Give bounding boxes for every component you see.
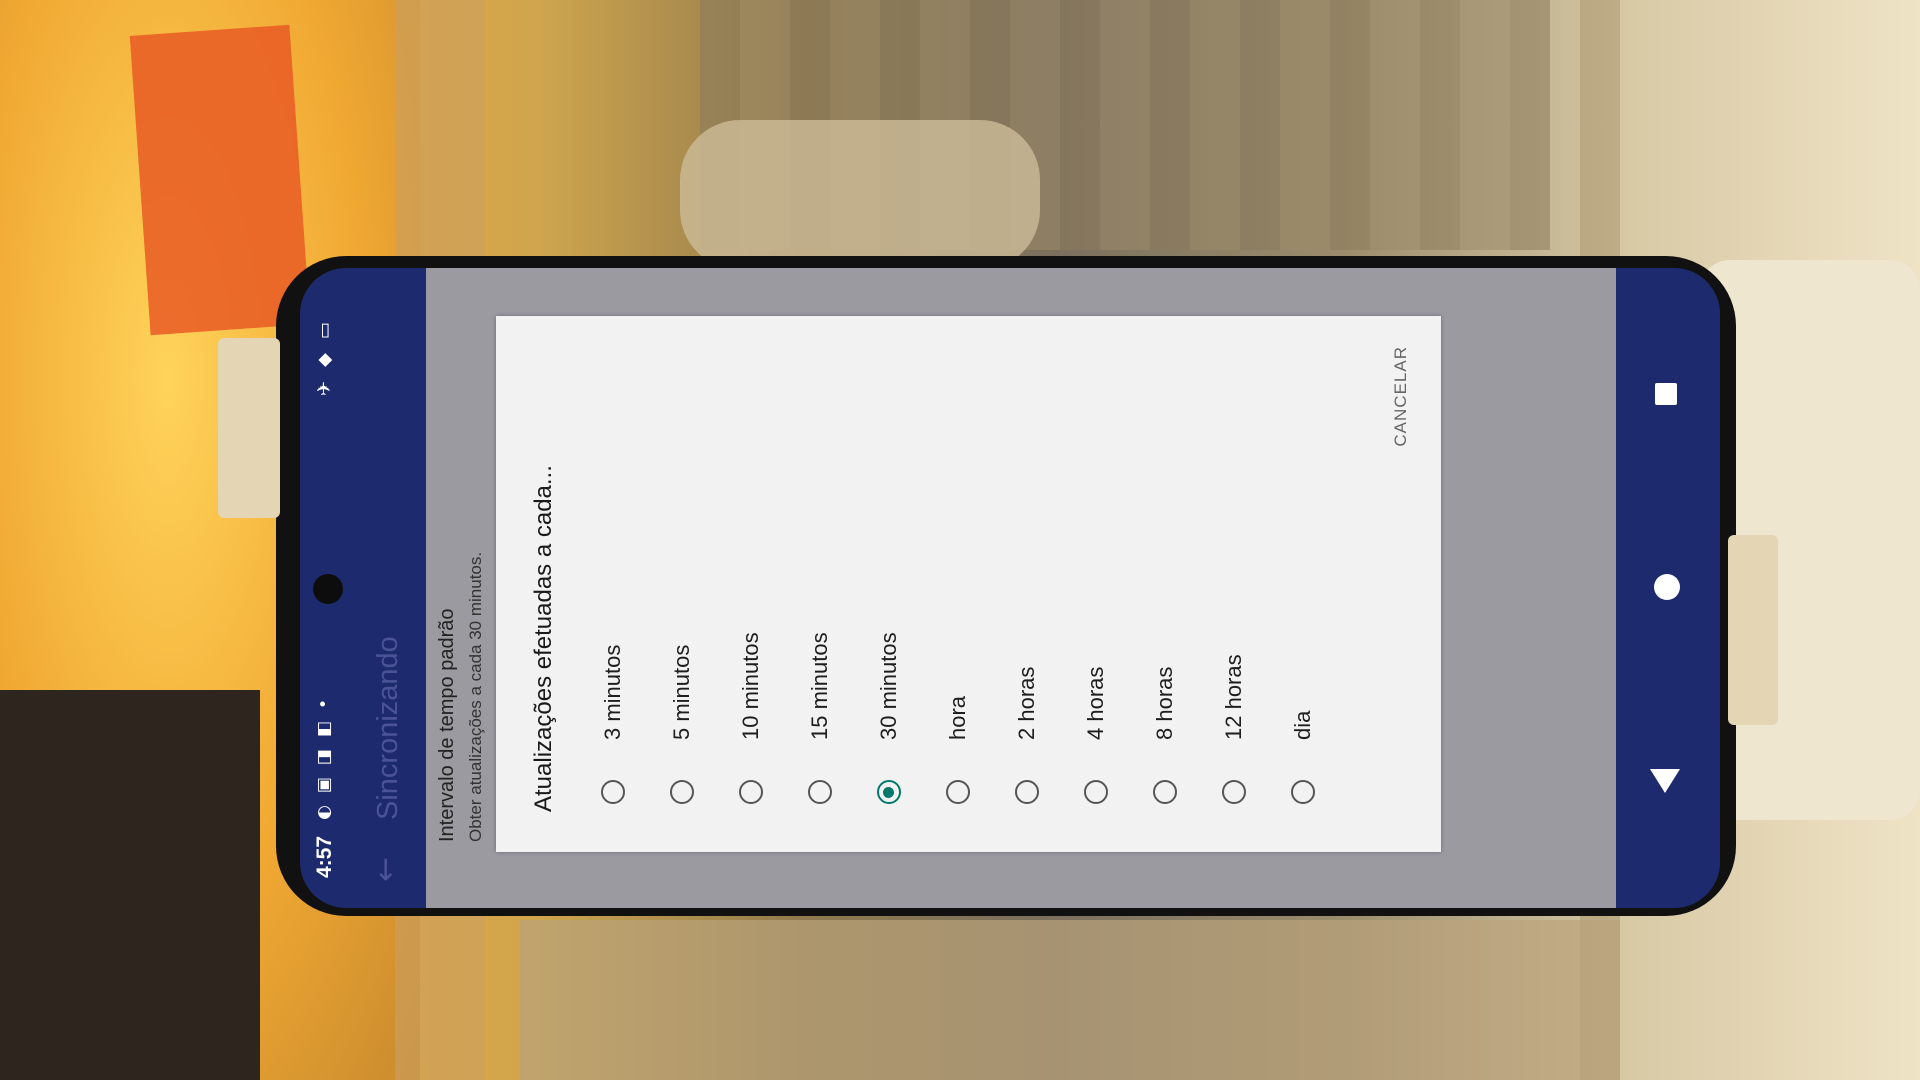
option-label: 15 minutos <box>806 632 832 740</box>
interval-options-list: 3 minutos 5 minutos 10 minutos 15 minuto… <box>578 356 1337 816</box>
radio-button[interactable] <box>945 780 970 804</box>
interval-option[interactable]: 4 horas <box>1061 356 1130 816</box>
phone-screen: 4:57 ◐▣◨◧• ✈◆▭ ← Sincronizando Intervalo… <box>300 268 1720 908</box>
nav-recents-icon[interactable] <box>1655 383 1677 405</box>
cancel-button[interactable]: CANCELAR <box>1391 346 1411 447</box>
interval-option[interactable]: 3 minutos <box>578 356 647 816</box>
radio-button[interactable] <box>669 780 694 804</box>
option-label: 10 minutos <box>737 632 763 740</box>
app-bar: ← Sincronizando <box>348 268 426 908</box>
option-label: 3 minutos <box>599 644 625 740</box>
interval-option[interactable]: 2 horas <box>992 356 1061 816</box>
preference-summary: Obter atualizações a cada 30 minutos. <box>466 551 485 842</box>
radio-button[interactable] <box>1221 780 1246 804</box>
background-orange-sign <box>129 24 311 336</box>
interval-option[interactable]: 30 minutos <box>854 356 923 816</box>
back-arrow-icon[interactable]: ← <box>368 857 403 882</box>
option-label: 8 horas <box>1151 666 1177 740</box>
interval-dialog: Atualizações efetuadas a cada... 3 minut… <box>496 316 1441 852</box>
phone-clamp-right <box>1728 535 1778 725</box>
radio-button[interactable] <box>1290 780 1315 804</box>
preference-title[interactable]: Intervalo de tempo padrão <box>436 609 459 843</box>
option-label: 30 minutos <box>875 632 901 740</box>
settings-content: Intervalo de tempo padrão Obter atualiza… <box>426 268 1616 908</box>
interval-option[interactable]: 12 horas <box>1199 356 1268 816</box>
front-camera-icon <box>313 574 343 604</box>
status-notification-icons: ◐▣◨◧• <box>314 686 334 820</box>
interval-option[interactable]: dia <box>1268 356 1337 816</box>
interval-option[interactable]: 15 minutos <box>785 356 854 816</box>
phone-clamp-left <box>218 338 280 518</box>
radio-button[interactable] <box>876 780 901 804</box>
option-label: 12 horas <box>1220 654 1246 740</box>
radio-button[interactable] <box>807 780 832 804</box>
radio-button[interactable] <box>1014 780 1039 804</box>
background-robot-arm <box>680 120 1040 270</box>
interval-option[interactable]: 5 minutos <box>647 356 716 816</box>
interval-option[interactable]: hora <box>923 356 992 816</box>
background-floor <box>520 920 1620 1080</box>
radio-button[interactable] <box>600 780 625 804</box>
status-time: 4:57 <box>313 835 336 878</box>
app-bar-title: Sincronizando <box>372 636 404 820</box>
dialog-title: Atualizações efetuadas a cada... <box>530 465 557 812</box>
background-dark-block <box>0 690 260 1080</box>
option-label: 4 horas <box>1082 666 1108 740</box>
radio-button[interactable] <box>738 780 763 804</box>
radio-button[interactable] <box>1152 780 1177 804</box>
nav-back-icon[interactable] <box>1650 769 1680 793</box>
option-label: 5 minutos <box>668 644 694 740</box>
option-label: hora <box>944 695 970 740</box>
radio-button[interactable] <box>1083 780 1108 804</box>
interval-option[interactable]: 10 minutos <box>716 356 785 816</box>
navigation-bar <box>1616 268 1720 908</box>
option-label: dia <box>1289 710 1315 740</box>
nav-home-icon[interactable] <box>1654 574 1680 600</box>
status-system-icons: ✈◆▭ <box>314 308 335 396</box>
status-bar: 4:57 ◐▣◨◧• ✈◆▭ <box>300 268 348 908</box>
option-label: 2 horas <box>1013 666 1039 740</box>
interval-option[interactable]: 8 horas <box>1130 356 1199 816</box>
